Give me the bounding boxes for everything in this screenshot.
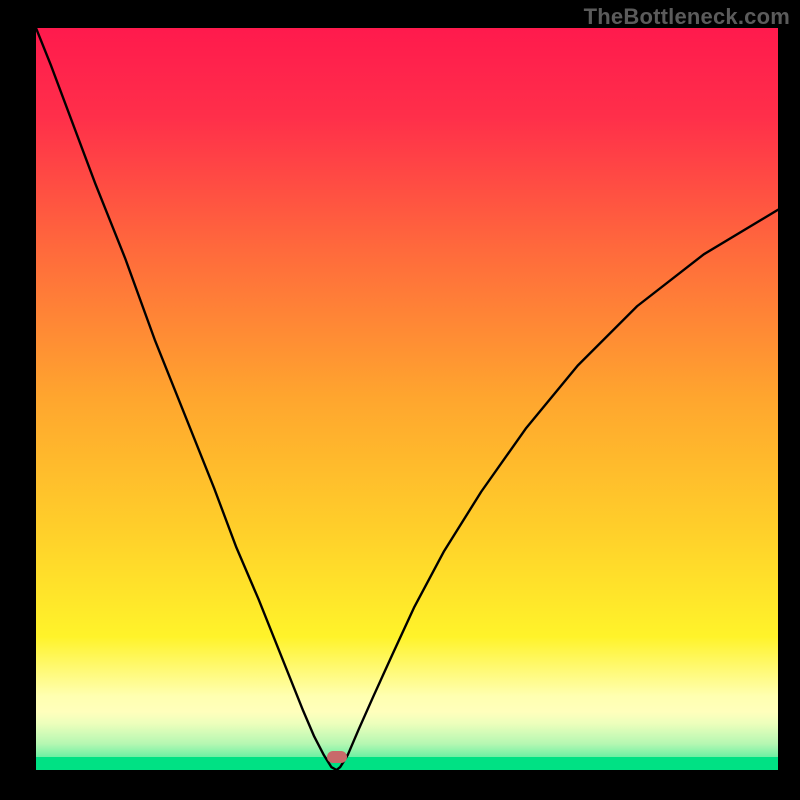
watermark-text: TheBottleneck.com	[584, 4, 790, 30]
bottleneck-curve	[36, 28, 778, 770]
bottleneck-marker	[327, 751, 347, 763]
curve-path	[36, 28, 778, 770]
chart-frame: TheBottleneck.com	[0, 0, 800, 800]
plot-area	[36, 28, 778, 770]
